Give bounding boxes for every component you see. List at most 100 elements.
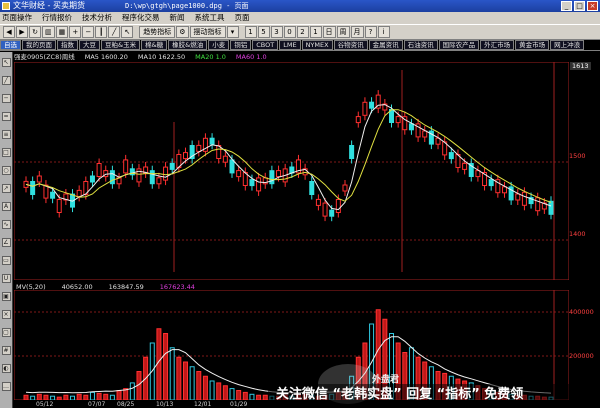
close-button[interactable]: × (587, 1, 598, 11)
volume-bar (189, 366, 195, 400)
chart-icon[interactable]: ▥ (42, 26, 55, 38)
volume-bar (116, 390, 122, 400)
zoom-in-icon[interactable]: + (69, 26, 82, 38)
market-tab[interactable]: 石油资讯 (403, 40, 438, 50)
market-tab[interactable]: 外汇市场 (480, 40, 515, 50)
price-axis-low: 1400 (569, 230, 586, 238)
arrow-tool-icon[interactable]: ↗ (1, 184, 11, 193)
refresh-icon[interactable]: ↻ (29, 26, 41, 38)
market-tab[interactable]: 小麦 (208, 40, 230, 50)
ruler-tool-icon[interactable]: ▭ (1, 256, 11, 265)
app-icon (2, 2, 10, 10)
candle-body (362, 101, 368, 116)
market-tab[interactable]: 自选 (0, 40, 21, 50)
menu-item-news[interactable]: 新闻 (170, 12, 185, 24)
grid-icon[interactable]: ▦ (55, 26, 69, 38)
candle-body (96, 163, 102, 177)
contract-label: 强麦0905(ZC8)周线 (14, 53, 75, 61)
delete-tool-icon[interactable]: × (1, 310, 11, 319)
volume-bar (196, 371, 202, 400)
info-icon[interactable]: i (377, 26, 390, 38)
zoom-out-icon[interactable]: − (82, 26, 95, 38)
back-icon[interactable]: ◀ (3, 26, 15, 38)
cycle-tool-icon[interactable]: ∿ (1, 220, 11, 229)
grid-tool-icon[interactable]: # (1, 346, 11, 355)
volume-bar (222, 385, 228, 400)
magnet-tool-icon[interactable]: U (1, 274, 11, 283)
market-tab[interactable]: LME (279, 40, 301, 50)
candle-body (276, 170, 282, 178)
candle-body (395, 116, 401, 124)
market-tab[interactable]: 我的页面 (22, 40, 56, 50)
candle-body (269, 170, 275, 185)
month-icon[interactable]: 月 (350, 26, 364, 38)
market-tab[interactable]: CBOT (252, 40, 279, 50)
time-label: 08/25 (117, 401, 135, 408)
market-tab[interactable]: 大豆 (79, 40, 100, 50)
market-tab[interactable]: 黄金市场 (515, 40, 550, 50)
market-tab[interactable]: 国际农产品 (438, 40, 480, 50)
left-toolbar: ↖ ╱ ─ ═ ≡ □ ○ ↗ A ∿ ∠ ▭ U ▣ × ▢ # ◐ … (0, 52, 13, 408)
menu-item-quotes[interactable]: 行情报价 (42, 12, 72, 24)
time-label: 07/07 (88, 401, 106, 408)
candle-body (515, 193, 521, 201)
candle-body (548, 200, 554, 215)
candle-icon[interactable]: ┃ (95, 26, 108, 38)
swing-indicator-button[interactable]: 摆动指标 (189, 26, 226, 38)
line-icon[interactable]: ╱ (108, 26, 121, 38)
market-tab[interactable]: 豆粕&玉米 (101, 40, 141, 50)
market-tab[interactable]: 金属资讯 (368, 40, 403, 50)
menu-item-page[interactable]: 页面 (235, 12, 250, 24)
period-button-3[interactable]: 3 (270, 26, 283, 38)
menu-item-program-trading[interactable]: 程序化交易 (122, 12, 160, 24)
candle-body (521, 191, 527, 206)
period-button-4[interactable]: 0 (283, 26, 296, 38)
more-tool-icon[interactable]: … (1, 382, 11, 391)
menu-item-system-tools[interactable]: 系统工具 (195, 12, 225, 24)
market-tab[interactable]: 指数 (57, 40, 78, 50)
volume-bar (256, 394, 262, 400)
week-icon[interactable]: 周 (336, 26, 350, 38)
title-bar: 文华财经 - 买卖期货 D:\wp\gtgh\page1000.dpg - 页面… (0, 0, 600, 12)
candle-body (109, 170, 115, 185)
candle-body (256, 177, 262, 192)
lock-tool-icon[interactable]: ▣ (1, 292, 11, 301)
candle-body (309, 181, 315, 195)
market-tab[interactable]: 橡胶&燃油 (168, 40, 208, 50)
period-button-1[interactable]: 1 (244, 26, 257, 38)
channel-tool-icon[interactable]: ═ (1, 112, 11, 121)
maximize-button[interactable]: □ (574, 1, 585, 11)
period-button-2[interactable]: 5 (257, 26, 270, 38)
hline-tool-icon[interactable]: ─ (1, 94, 11, 103)
color-tool-icon[interactable]: ◐ (1, 364, 11, 373)
volume-bar (242, 391, 248, 400)
settings-icon[interactable]: ⚙ (176, 26, 189, 38)
period-button-6[interactable]: 1 (309, 26, 322, 38)
day-icon[interactable]: 日 (322, 26, 336, 38)
line-tool-icon[interactable]: ╱ (1, 76, 11, 85)
circle-tool-icon[interactable]: ○ (1, 166, 11, 175)
volume-bar (109, 394, 115, 400)
angle-tool-icon[interactable]: ∠ (1, 238, 11, 247)
forward-icon[interactable]: ▶ (16, 26, 28, 38)
market-tab[interactable]: 铜铝 (230, 40, 252, 50)
menu-item-page-ops[interactable]: 页面操作 (2, 12, 32, 24)
price-chart[interactable] (14, 62, 569, 280)
market-tab[interactable]: 棉&糖 (141, 40, 168, 50)
market-tab[interactable]: NYMEX (301, 40, 333, 50)
market-tab[interactable]: 谷物资讯 (333, 40, 368, 50)
help-icon[interactable]: ? (364, 26, 377, 38)
period-button-5[interactable]: 2 (296, 26, 309, 38)
candle-body (342, 184, 348, 192)
eraser-tool-icon[interactable]: ▢ (1, 328, 11, 337)
trend-indicator-button[interactable]: 趋势指标 (139, 26, 176, 38)
rect-tool-icon[interactable]: □ (1, 148, 11, 157)
minimize-button[interactable]: _ (561, 1, 572, 11)
market-tab[interactable]: 网上冲浪 (550, 40, 585, 50)
cursor-icon[interactable]: ↖ (121, 26, 134, 38)
menu-item-tech-analysis[interactable]: 技术分析 (82, 12, 112, 24)
pointer-tool-icon[interactable]: ↖ (1, 58, 11, 67)
dropdown-icon[interactable]: ▾ (226, 26, 239, 38)
fib-tool-icon[interactable]: ≡ (1, 130, 11, 139)
text-tool-icon[interactable]: A (1, 202, 11, 211)
